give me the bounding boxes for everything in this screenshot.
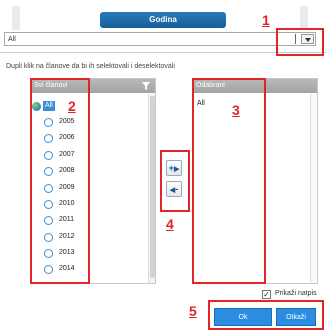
year-dropdown[interactable]: All: [4, 32, 316, 46]
annotation-number-1: 1: [262, 12, 270, 28]
dialog-title: Godina: [100, 12, 226, 28]
frame-shadow-left: [12, 6, 20, 30]
annotation-number-5: 5: [189, 303, 197, 319]
annotation-box-5: [208, 300, 324, 330]
dropdown-value: All: [8, 36, 16, 43]
show-caption-checkbox[interactable]: ✓: [262, 290, 271, 299]
annotation-number-3: 3: [232, 102, 240, 118]
annotation-number-4: 4: [166, 216, 174, 232]
filter-icon[interactable]: [142, 82, 150, 90]
annotation-box-1: [276, 28, 324, 56]
all-members-scrollbar[interactable]: [148, 94, 155, 283]
frame-shadow-right: [300, 6, 308, 30]
annotation-box-4: [160, 150, 190, 212]
selected-members-scrollbar[interactable]: [310, 94, 317, 283]
all-members-scroll-thumb[interactable]: [150, 96, 155, 278]
show-caption-label: Prikaži natpis: [275, 290, 317, 297]
annotation-box-3: [192, 78, 266, 284]
annotation-box-2: [30, 78, 90, 284]
annotation-number-2: 2: [68, 98, 76, 114]
instructions-text: Dupli klik na članove da bi ih selektova…: [6, 63, 175, 70]
